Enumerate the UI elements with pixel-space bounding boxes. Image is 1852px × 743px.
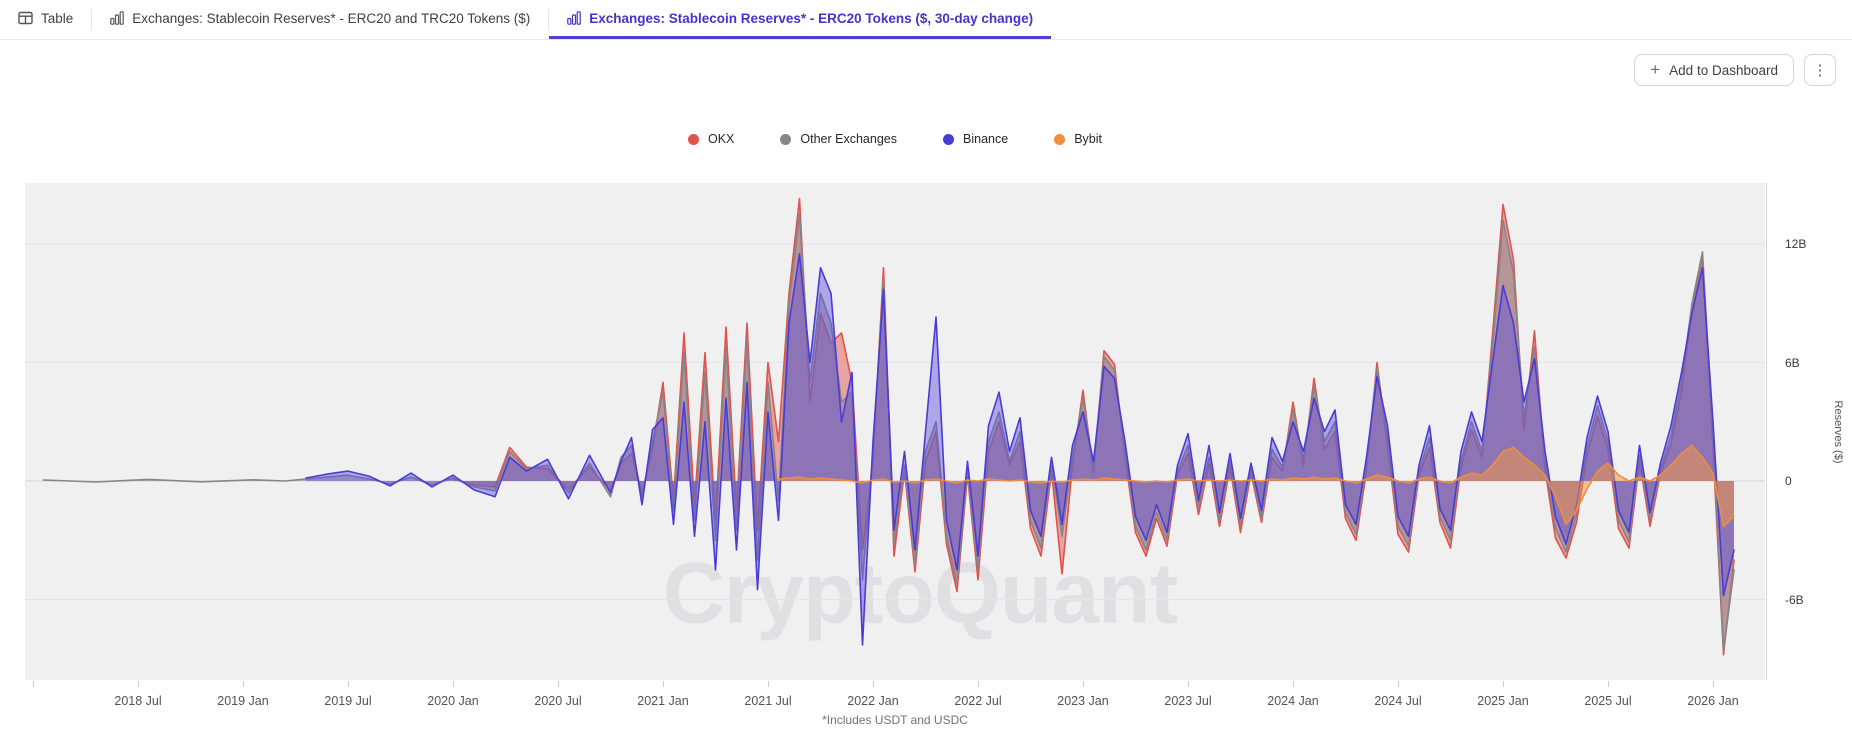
x-tick-label-2024-Jan: 2024 Jan [1267, 694, 1318, 708]
legend-item-binance[interactable]: Binance [943, 132, 1008, 146]
legend: OKX Other Exchanges Binance Bybit [25, 132, 1765, 146]
tab-erc20-30day-label: Exchanges: Stablecoin Reserves* - ERC20 … [589, 11, 1033, 26]
kebab-icon: ⋮ [1813, 61, 1828, 79]
x-tick-label-2019-Jul: 2019 Jul [324, 694, 371, 708]
x-tick [243, 681, 244, 687]
x-tick [1293, 681, 1294, 687]
x-tick [873, 681, 874, 687]
x-tick [1503, 681, 1504, 687]
legend-label-okx: OKX [708, 132, 734, 146]
y-axis-line [1766, 183, 1767, 680]
y-tick-label-12B: 12B [1785, 237, 1806, 251]
area-binance [306, 254, 1734, 645]
chart-plot-area[interactable]: CryptoQuant [25, 183, 1765, 680]
x-tick [1713, 681, 1714, 687]
x-tick-label-2022-Jul: 2022 Jul [954, 694, 1001, 708]
chart-icon [110, 11, 124, 25]
legend-item-other-exchanges[interactable]: Other Exchanges [780, 132, 897, 146]
table-icon [18, 11, 33, 25]
add-to-dashboard-label: Add to Dashboard [1669, 63, 1778, 78]
x-tick-label-2023-Jan: 2023 Jan [1057, 694, 1108, 708]
x-tick [558, 681, 559, 687]
legend-item-okx[interactable]: OKX [688, 132, 734, 146]
tab-erc20-trc20-label: Exchanges: Stablecoin Reserves* - ERC20 … [132, 11, 530, 26]
y-axis-title: Reserves ($) [1832, 401, 1844, 464]
tab-table[interactable]: Table [0, 0, 91, 39]
y-tick-label--6B: -6B [1785, 593, 1804, 607]
y-tick-label-0: 0 [1785, 474, 1792, 488]
more-options-button[interactable]: ⋮ [1804, 54, 1836, 86]
legend-label-other-exchanges: Other Exchanges [800, 132, 897, 146]
x-tick [663, 681, 664, 687]
tab-erc20-30day-active[interactable]: Exchanges: Stablecoin Reserves* - ERC20 … [549, 0, 1051, 39]
tab-bar: Table Exchanges: Stablecoin Reserves* - … [0, 0, 1852, 40]
x-tick [768, 681, 769, 687]
legend-label-binance: Binance [963, 132, 1008, 146]
x-tick [33, 681, 34, 687]
tab-erc20-trc20[interactable]: Exchanges: Stablecoin Reserves* - ERC20 … [92, 0, 548, 39]
x-tick-label-2025-Jan: 2025 Jan [1477, 694, 1528, 708]
legend-dot-okx [688, 134, 699, 145]
x-tick [1398, 681, 1399, 687]
x-tick-label-2020-Jul: 2020 Jul [534, 694, 581, 708]
legend-label-bybit: Bybit [1074, 132, 1102, 146]
add-to-dashboard-button[interactable]: + Add to Dashboard [1634, 54, 1794, 86]
chart-actions: + Add to Dashboard ⋮ [1634, 54, 1836, 86]
x-tick [1608, 681, 1609, 687]
x-tick-label-2024-Jul: 2024 Jul [1374, 694, 1421, 708]
x-tick [453, 681, 454, 687]
legend-item-bybit[interactable]: Bybit [1054, 132, 1102, 146]
x-tick-label-2018-Jul: 2018 Jul [114, 694, 161, 708]
x-tick-label-2023-Jul: 2023 Jul [1164, 694, 1211, 708]
x-tick-label-2022-Jan: 2022 Jan [847, 694, 898, 708]
x-tick [1188, 681, 1189, 687]
x-tick [1083, 681, 1084, 687]
legend-dot-bybit [1054, 134, 1065, 145]
x-tick [348, 681, 349, 687]
y-tick-label-6B: 6B [1785, 356, 1800, 370]
tab-table-label: Table [41, 11, 73, 26]
x-tick-label-2026-Jan: 2026 Jan [1687, 694, 1738, 708]
x-tick [138, 681, 139, 687]
x-tick-label-2021-Jul: 2021 Jul [744, 694, 791, 708]
legend-dot-other-exchanges [780, 134, 791, 145]
plus-icon: + [1650, 61, 1660, 78]
x-tick-label-2025-Jul: 2025 Jul [1584, 694, 1631, 708]
chart-icon [567, 11, 581, 25]
x-tick [978, 681, 979, 687]
x-tick-label-2020-Jan: 2020 Jan [427, 694, 478, 708]
stablecoin-reserves-30d-change-chart[interactable] [25, 183, 1765, 680]
x-tick-label-2021-Jan: 2021 Jan [637, 694, 688, 708]
chart-footnote: *Includes USDT and USDC [25, 713, 1765, 727]
legend-dot-binance [943, 134, 954, 145]
x-tick-label-2019-Jan: 2019 Jan [217, 694, 268, 708]
